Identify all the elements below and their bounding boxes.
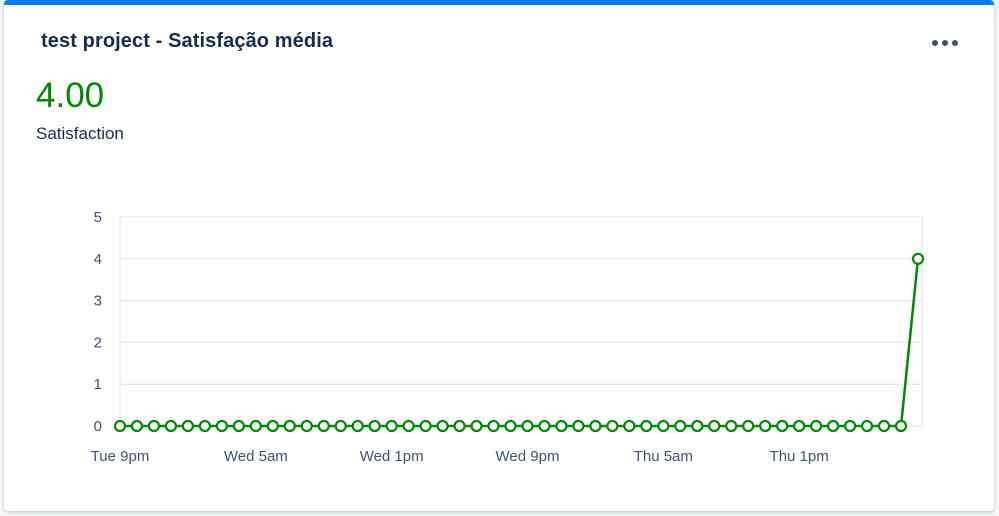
data-point [470,419,483,433]
data-point [402,419,415,433]
y-tick-label: 1 [94,376,102,393]
data-point [776,419,789,433]
data-point [249,419,262,433]
data-point [911,252,925,265]
data-point [181,419,195,433]
data-point [368,419,381,433]
data-point [691,419,704,433]
data-point [419,419,432,433]
data-point [538,419,551,433]
data-point [810,419,823,433]
data-point [385,419,398,433]
data-point [589,419,602,433]
data-point [860,419,874,433]
data-point [113,419,127,433]
data-point [351,419,364,433]
y-tick-label: 2 [94,334,102,351]
satisfaction-line-chart: 0 1 2 3 4 5 Tue 9pm Wed 5am Wed 1pm Wed 9pm Thu 5a… [91,209,925,465]
data-point [147,419,161,433]
data-point [198,419,211,433]
x-tick-label: Thu 1pm [770,448,829,465]
x-tick-label: Thu 5am [634,448,693,465]
data-point [827,419,840,433]
data-point [266,419,279,433]
satisfaction-widget-card: test project - Satisfação média 4.00 Sat… [4,0,994,511]
data-point [215,419,228,433]
data-point [164,419,178,433]
data-point [436,419,449,433]
x-tick-label: Wed 1pm [360,448,424,465]
data-point [623,419,636,433]
data-point [742,419,755,433]
data-point [453,419,466,433]
data-point [283,419,296,433]
data-point [894,419,908,433]
data-point [521,419,534,433]
data-point [334,419,347,433]
data-point [793,419,806,433]
data-point [708,419,721,433]
data-point [504,419,517,433]
x-tick-label: Tue 9pm [91,448,150,465]
data-point [572,419,585,433]
data-point [725,419,738,433]
x-tick-label: Wed 9pm [496,448,560,465]
y-tick-label: 4 [94,251,102,268]
data-point [759,419,772,433]
data-point [130,419,144,433]
x-tick-label: Wed 5am [224,448,288,465]
y-tick-label: 0 [94,418,102,435]
data-point [657,419,670,433]
data-point [877,419,891,433]
data-point [317,419,330,433]
data-point [555,419,568,433]
y-tick-label: 3 [94,293,102,310]
data-point [674,419,687,433]
y-tick-label: 5 [94,209,102,226]
data-point [300,419,313,433]
data-point [843,419,857,433]
data-point [606,419,619,433]
data-point [640,419,653,433]
data-point [487,419,500,433]
data-point [232,419,245,433]
